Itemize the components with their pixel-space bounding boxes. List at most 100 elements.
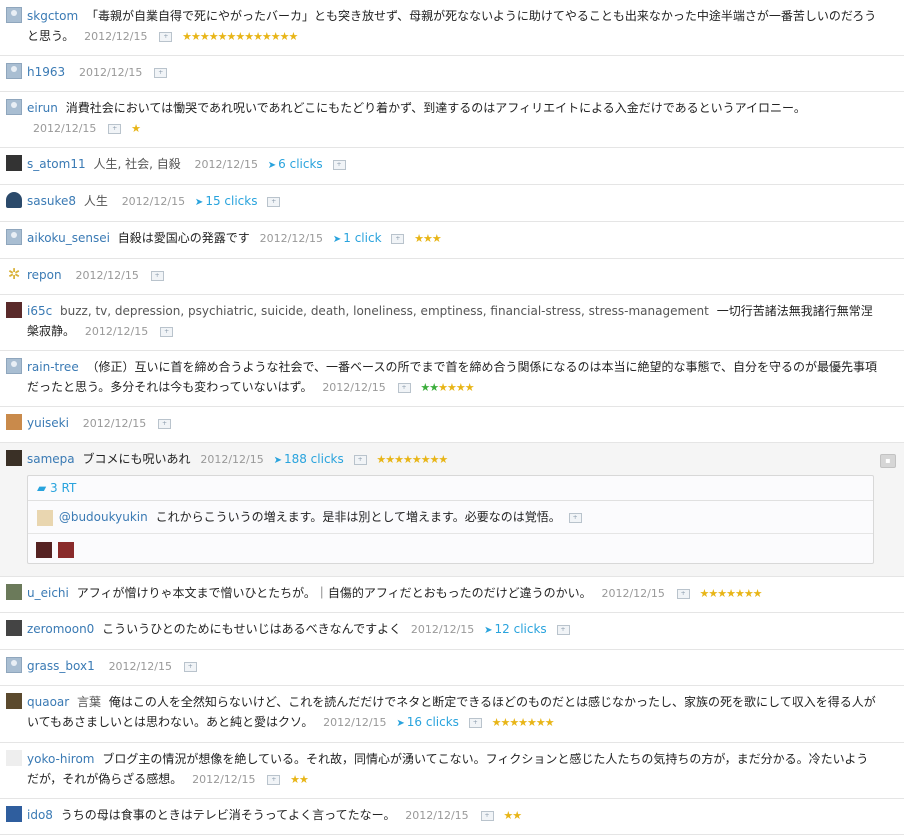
user-link[interactable]: yoko-hirom bbox=[27, 752, 95, 766]
user-link[interactable]: grass_box1 bbox=[27, 659, 95, 673]
user-avatar-icon[interactable] bbox=[6, 657, 22, 673]
user-link[interactable]: eirun bbox=[27, 101, 58, 115]
user-avatar-icon[interactable] bbox=[6, 99, 22, 115]
user-avatar-icon[interactable] bbox=[6, 7, 22, 23]
add-bookmark-icon[interactable]: + bbox=[267, 196, 281, 207]
retweet-panel: ▰ 3 RT @budoukyukin これからこういうの増えます。是非は別とし… bbox=[27, 475, 874, 564]
bookmark-date[interactable]: 2012/12/15 bbox=[601, 587, 664, 600]
user-avatar-icon[interactable] bbox=[6, 693, 22, 709]
reply-user-link[interactable]: @budoukyukin bbox=[59, 510, 148, 524]
user-avatar-icon[interactable] bbox=[57, 541, 74, 558]
star-icon[interactable]: ★★★★★★★★ bbox=[376, 453, 448, 466]
twitter-clicks-link[interactable]: ➤ 12 clicks bbox=[484, 622, 547, 636]
bookmark-date[interactable]: 2012/12/15 bbox=[200, 453, 263, 466]
bookmark-tags[interactable]: buzz, tv, depression, psychiatric, suici… bbox=[60, 304, 709, 318]
star-icon[interactable]: ★★★★★★★ bbox=[700, 587, 763, 600]
bookmark-date[interactable]: 2012/12/15 bbox=[85, 325, 148, 338]
user-avatar-icon[interactable] bbox=[6, 414, 22, 430]
user-avatar-icon[interactable] bbox=[6, 302, 22, 318]
star-icon[interactable]: ★★★★★★ bbox=[420, 381, 474, 394]
add-bookmark-icon[interactable]: + bbox=[332, 159, 346, 170]
add-bookmark-icon[interactable]: + bbox=[676, 588, 690, 599]
bookmark-date[interactable]: 2012/12/15 bbox=[323, 716, 386, 729]
user-link[interactable]: quaoar bbox=[27, 695, 69, 709]
add-bookmark-icon[interactable]: + bbox=[159, 31, 173, 42]
bookmark-entry: yoko-hirom ブログ主の情況が想像を絶している。それ故，同情心が湧いてこ… bbox=[0, 743, 904, 799]
add-bookmark-icon[interactable]: + bbox=[158, 418, 172, 429]
add-bookmark-icon[interactable]: + bbox=[468, 717, 482, 728]
user-link[interactable]: sasuke8 bbox=[27, 194, 76, 208]
bookmark-tags[interactable]: 言葉 bbox=[77, 695, 101, 709]
add-bookmark-icon[interactable]: + bbox=[568, 512, 582, 523]
user-link[interactable]: ido8 bbox=[27, 808, 53, 822]
bookmark-date[interactable]: 2012/12/15 bbox=[79, 66, 142, 79]
user-avatar-icon[interactable] bbox=[6, 155, 22, 171]
user-avatar-icon[interactable] bbox=[6, 620, 22, 636]
bookmark-entry: quaoar 言葉 俺はこの人を全然知らないけど、これを読んだだけでネタと断定で… bbox=[0, 686, 904, 743]
bookmark-date[interactable]: 2012/12/15 bbox=[122, 195, 185, 208]
user-avatar-icon[interactable] bbox=[6, 229, 22, 245]
add-bookmark-icon[interactable]: + bbox=[183, 661, 197, 672]
add-bookmark-icon[interactable]: + bbox=[154, 67, 168, 78]
star-icon[interactable]: ★ bbox=[131, 122, 141, 135]
bookmark-entry: skgctom 「毒親が自業自得で死にやがったバーカ」とも突き放せず、母親が死な… bbox=[0, 0, 904, 56]
user-link[interactable]: aikoku_sensei bbox=[27, 231, 110, 245]
bookmark-date[interactable]: 2012/12/15 bbox=[322, 381, 385, 394]
bookmark-date[interactable]: 2012/12/15 bbox=[192, 773, 255, 786]
add-bookmark-icon[interactable]: + bbox=[556, 624, 570, 635]
star-icon[interactable]: ★★★★★★★ bbox=[492, 716, 555, 729]
user-avatar-icon[interactable] bbox=[37, 509, 53, 526]
bookmark-date[interactable]: 2012/12/15 bbox=[411, 623, 474, 636]
star-icon[interactable]: ★★ bbox=[290, 773, 309, 786]
add-bookmark-icon[interactable]: + bbox=[267, 774, 281, 785]
twitter-clicks-link[interactable]: ➤ 1 click bbox=[333, 231, 382, 245]
user-avatar-icon[interactable] bbox=[6, 63, 22, 79]
user-link[interactable]: samepa bbox=[27, 452, 75, 466]
twitter-clicks-link[interactable]: ➤ 6 clicks bbox=[268, 157, 323, 171]
add-bookmark-icon[interactable]: + bbox=[391, 233, 405, 244]
bookmark-date[interactable]: 2012/12/15 bbox=[75, 269, 138, 282]
user-link[interactable]: yuiseki bbox=[27, 416, 69, 430]
star-icon[interactable]: ★★★★★★★★★★★★★ bbox=[182, 30, 298, 43]
add-bookmark-icon[interactable]: + bbox=[353, 454, 367, 465]
twitter-clicks-link[interactable]: ➤ 16 clicks bbox=[396, 715, 459, 729]
twitter-clicks-link[interactable]: ➤ 188 clicks bbox=[274, 452, 344, 466]
add-bookmark-icon[interactable]: + bbox=[108, 123, 122, 134]
user-link[interactable]: u_eichi bbox=[27, 586, 69, 600]
user-avatar-icon[interactable]: ✲ bbox=[6, 266, 22, 282]
star-icon[interactable]: ★★ bbox=[503, 809, 522, 822]
bookmark-tags[interactable]: 人生, 社会, 自殺 bbox=[93, 157, 180, 171]
user-link[interactable]: zeromoon0 bbox=[27, 622, 94, 636]
user-avatar-icon[interactable] bbox=[6, 450, 22, 466]
bookmark-date[interactable]: 2012/12/15 bbox=[109, 660, 172, 673]
retweet-avatars bbox=[28, 534, 873, 563]
add-bookmark-icon[interactable]: + bbox=[150, 270, 164, 281]
twitter-clicks-link[interactable]: ➤ 15 clicks bbox=[195, 194, 258, 208]
bookmark-date[interactable]: 2012/12/15 bbox=[33, 122, 96, 135]
comment-bubble-icon[interactable]: ▪ bbox=[880, 454, 896, 468]
user-link[interactable]: repon bbox=[27, 268, 62, 282]
user-avatar-icon[interactable] bbox=[6, 358, 22, 374]
add-bookmark-icon[interactable]: + bbox=[397, 382, 411, 393]
user-avatar-icon[interactable] bbox=[6, 192, 22, 208]
bookmark-date[interactable]: 2012/12/15 bbox=[195, 158, 258, 171]
bookmark-date[interactable]: 2012/12/15 bbox=[405, 809, 468, 822]
user-link[interactable]: i65c bbox=[27, 304, 52, 318]
bookmark-date[interactable]: 2012/12/15 bbox=[84, 30, 147, 43]
bookmark-date[interactable]: 2012/12/15 bbox=[260, 232, 323, 245]
user-link[interactable]: skgctom bbox=[27, 9, 78, 23]
star-icon[interactable]: ★★★ bbox=[414, 232, 442, 245]
user-avatar-icon[interactable] bbox=[36, 541, 52, 558]
add-bookmark-icon[interactable]: + bbox=[160, 326, 174, 337]
bookmark-tags[interactable]: 人生 bbox=[84, 194, 108, 208]
user-avatar-icon[interactable] bbox=[6, 750, 22, 766]
user-link[interactable]: s_atom11 bbox=[27, 157, 86, 171]
user-link[interactable]: rain-tree bbox=[27, 360, 79, 374]
add-bookmark-icon[interactable]: + bbox=[480, 810, 494, 821]
user-avatar-icon[interactable] bbox=[6, 584, 22, 600]
user-link[interactable]: h1963 bbox=[27, 65, 65, 79]
retweet-reply: @budoukyukin これからこういうの増えます。是非は別として増えます。必… bbox=[28, 501, 873, 534]
bookmark-date[interactable]: 2012/12/15 bbox=[83, 417, 146, 430]
retweet-count[interactable]: ▰ 3 RT bbox=[28, 476, 873, 501]
user-avatar-icon[interactable] bbox=[6, 806, 22, 822]
